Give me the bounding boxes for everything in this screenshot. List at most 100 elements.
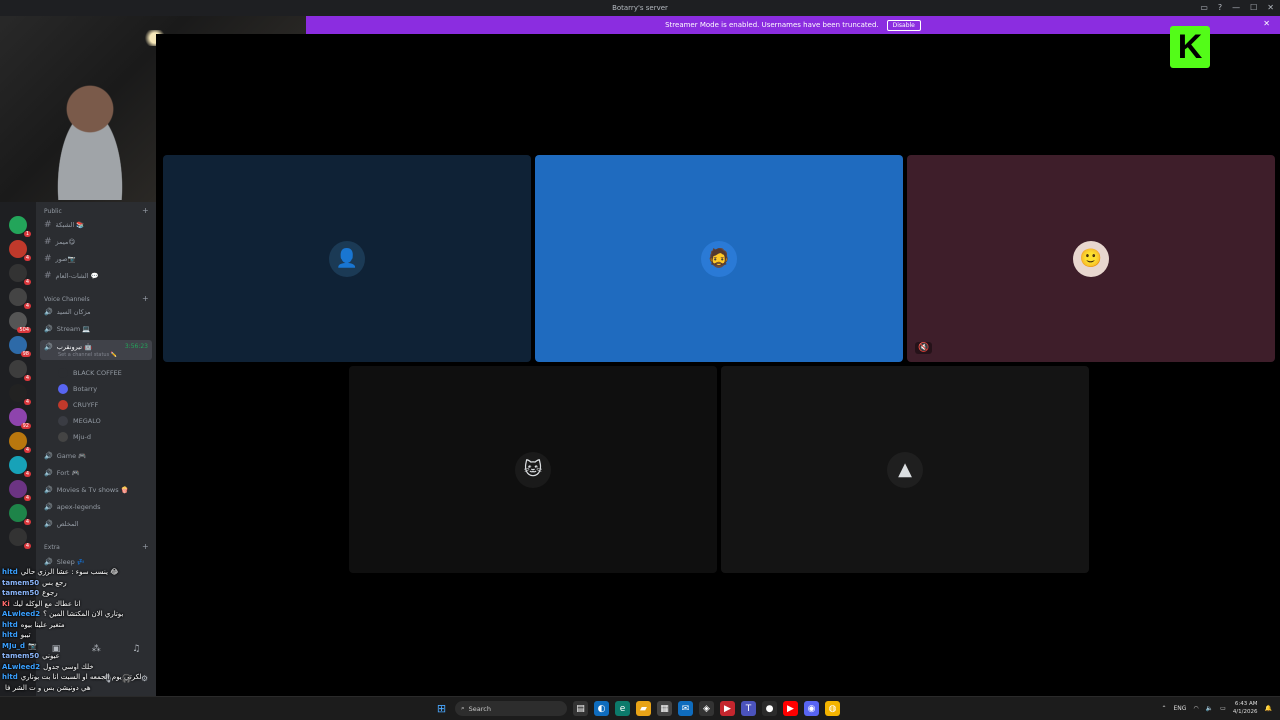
chat-text: رجوع	[42, 589, 58, 597]
participant-tile[interactable]: 🧔	[535, 155, 903, 362]
notification-bell-icon[interactable]: 🔔	[1265, 705, 1272, 712]
channel-status[interactable]: Set a channel status ✏️	[58, 352, 117, 358]
server-icon[interactable]: 4	[9, 240, 31, 261]
store-icon[interactable]: ▦	[657, 701, 672, 716]
voice-channel[interactable]: 🔊 Stream 💻	[44, 325, 90, 333]
discord-icon[interactable]: ◉	[804, 701, 819, 716]
media-icon[interactable]: ▶	[720, 701, 735, 716]
text-channel[interactable]: # صور📷	[44, 254, 76, 264]
help-icon[interactable]: ?	[1218, 0, 1222, 16]
voice-channel[interactable]: 🔊 Sleep 💤	[44, 558, 85, 566]
tray-chevron-icon[interactable]: ⌃	[1161, 705, 1166, 712]
app2-icon[interactable]: ●	[762, 701, 777, 716]
add-voice-channel-icon[interactable]: +	[142, 294, 149, 303]
server-icon[interactable]: 4	[9, 384, 31, 405]
deafened-icon: 🔇	[915, 342, 933, 354]
chat-username: MJu_d	[2, 641, 26, 650]
voice-member[interactable]: Mju-d	[58, 432, 91, 442]
activities-icon[interactable]: ⁂	[92, 644, 101, 654]
add-channel-icon[interactable]: +	[142, 206, 149, 215]
voice-channel[interactable]: 🔊 المخلص	[44, 520, 79, 528]
task-view-icon[interactable]: ▤	[573, 701, 588, 716]
participant-avatar: 🐱	[515, 451, 551, 488]
participant-tile[interactable]: 🐱	[349, 366, 717, 573]
speaker-icon: 🔊	[44, 520, 53, 528]
copilot-icon[interactable]: ◐	[594, 701, 609, 716]
server-icon[interactable]: 4	[9, 360, 31, 381]
close-icon[interactable]: ✕	[1267, 0, 1274, 16]
windows-start-icon[interactable]: ⊞	[434, 701, 449, 716]
disable-button[interactable]: Disable	[886, 19, 921, 31]
voice-channel[interactable]: 🔊 Game 🎮	[44, 452, 86, 460]
hash-icon: #	[44, 271, 52, 281]
chrome-icon[interactable]: ◍	[825, 701, 840, 716]
category-public[interactable]: Public	[44, 208, 62, 215]
mail-icon[interactable]: ✉	[678, 701, 693, 716]
settings-gear-icon[interactable]: ⚙	[141, 674, 148, 683]
text-channel[interactable]: # ميمز😋	[44, 237, 75, 247]
server-icon[interactable]: 4	[9, 528, 31, 549]
banner-text: Streamer Mode is enabled. Usernames have…	[665, 21, 879, 29]
server-icon[interactable]: 92	[9, 408, 31, 429]
chat-message: ALwleed2 بوتاري الان المكتشا المين ؟	[2, 610, 123, 618]
participant-tile[interactable]: ▲	[721, 366, 1089, 573]
system-tray: ⌃ ENG ◠ 🔈 ▭ 6:43 AM 4/1/2026 🔔	[1161, 700, 1272, 716]
voice-channel[interactable]: 🔊 Movies & Tv shows 🍿	[44, 486, 129, 494]
server-icon[interactable]: 4	[9, 480, 31, 501]
voice-channel[interactable]: 🔊 apex-legends	[44, 503, 100, 511]
mic-icon[interactable]: 🎙	[103, 674, 113, 683]
maximize-icon[interactable]: ☐	[1250, 0, 1257, 16]
voice-member[interactable]: MEGALO	[58, 416, 101, 426]
voice-channel[interactable]: 🔊 Fort 🎮	[44, 469, 80, 477]
server-icon[interactable]: 504	[9, 312, 31, 333]
participant-tile[interactable]: 🙂 🔇	[907, 155, 1275, 362]
voice-channel-active[interactable]: 🔊 تيرونقرب 🤖 3:56:23 Set a channel statu…	[40, 340, 152, 360]
search-label: Search	[468, 704, 491, 713]
category-voice[interactable]: Voice Channels	[44, 296, 90, 303]
server-icon[interactable]: 4	[9, 504, 31, 525]
battery-icon[interactable]: ▭	[1220, 705, 1226, 712]
voice-member[interactable]: CRUYFF	[58, 400, 98, 410]
inbox-icon[interactable]: ▭	[1200, 0, 1208, 16]
youtube-icon[interactable]: ▶	[783, 701, 798, 716]
voice-stage: 👤 🧔 🙂 🔇 🐱 ▲	[156, 34, 1280, 696]
voice-member[interactable]: BLACK COFFEE	[58, 368, 122, 378]
server-icon[interactable]: 4	[9, 264, 31, 285]
app-icon[interactable]: ◈	[699, 701, 714, 716]
unread-badge: 4	[23, 447, 31, 453]
language-indicator[interactable]: ENG	[1173, 705, 1186, 712]
participant-tile[interactable]: 👤	[163, 155, 531, 362]
member-name: CRUYFF	[73, 401, 99, 409]
headphones-icon[interactable]: 🎧	[122, 674, 132, 683]
unread-badge: 98	[20, 351, 31, 357]
server-icon[interactable]: 4	[9, 288, 31, 309]
chat-message: tamem50 رجع بس	[2, 579, 67, 587]
text-channel[interactable]: # الشات-العام 💬	[44, 271, 99, 281]
wifi-icon[interactable]: ◠	[1193, 705, 1198, 712]
voice-channel[interactable]: 🔊 مزكان السيد	[44, 308, 91, 316]
unread-badge: 4	[23, 375, 31, 381]
teams-icon[interactable]: T	[741, 701, 756, 716]
chat-message: hltd تيبو	[2, 631, 31, 639]
screen-share-icon[interactable]: ▣	[52, 644, 61, 654]
server-icon[interactable]: 4	[9, 456, 31, 477]
server-icon[interactable]: 1	[9, 216, 31, 237]
banner-close-icon[interactable]: ✕	[1263, 19, 1270, 28]
server-icon[interactable]: 4	[9, 432, 31, 453]
file-explorer-icon[interactable]: ▰	[636, 701, 651, 716]
text-channel[interactable]: # الشبكة 📚	[44, 220, 84, 230]
chat-username: hltd	[2, 568, 18, 576]
call-timer: 3:56:23	[124, 343, 148, 350]
server-icon[interactable]: 98	[9, 336, 31, 357]
chat-username: tamem50	[2, 589, 40, 597]
soundboard-icon[interactable]: ♫	[132, 644, 140, 654]
chat-message: hltd ينسب سوء : عشا الرزي حالي 😂	[2, 568, 118, 576]
clock[interactable]: 6:43 AM 4/1/2026	[1233, 700, 1258, 716]
volume-icon[interactable]: 🔈	[1206, 705, 1213, 712]
edge-icon[interactable]: e	[615, 701, 630, 716]
minimize-icon[interactable]: —	[1232, 0, 1240, 16]
taskbar-search[interactable]: ⌕ Search	[455, 701, 567, 716]
voice-member[interactable]: Botarry	[58, 384, 97, 394]
category-extra[interactable]: Extra	[44, 544, 60, 551]
add-extra-channel-icon[interactable]: +	[142, 542, 149, 551]
